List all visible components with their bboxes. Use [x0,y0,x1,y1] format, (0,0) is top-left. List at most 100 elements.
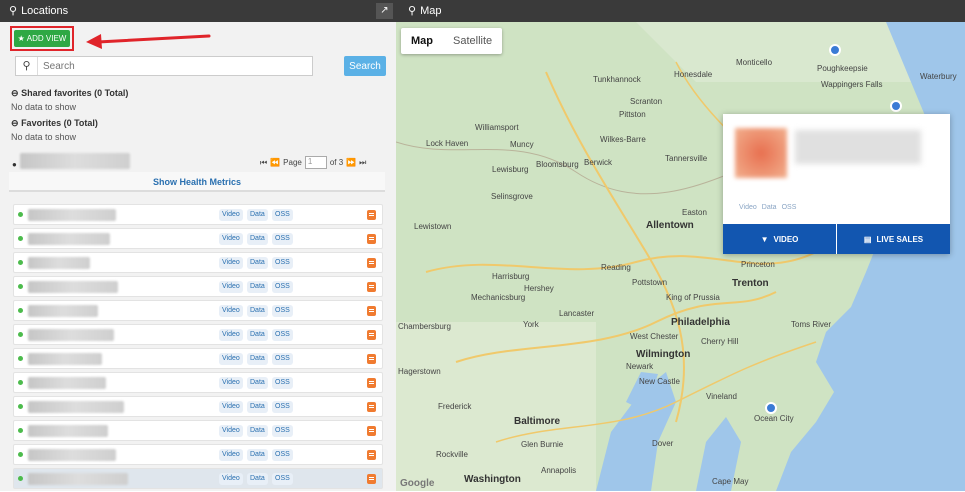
map-label: Harrisburg [492,272,530,281]
data-link[interactable]: Data [247,401,268,413]
add-view-label: ADD VIEW [26,34,67,43]
data-link[interactable]: Data [247,425,268,437]
data-link[interactable]: Data [247,449,268,461]
oss-link[interactable]: OSS [272,281,293,293]
location-row[interactable]: Video Data OSS [13,348,383,369]
video-link[interactable]: Video [219,233,243,245]
popup-oss-link[interactable]: OSS [782,204,797,211]
menu-icon[interactable] [367,354,376,364]
oss-link[interactable]: OSS [272,473,293,485]
video-link[interactable]: Video [219,449,243,461]
video-link[interactable]: Video [219,305,243,317]
location-row[interactable]: Video Data OSS [13,372,383,393]
location-row[interactable]: Video Data OSS [13,228,383,249]
map-label: Lewisburg [492,165,529,174]
menu-icon[interactable] [367,282,376,292]
data-link[interactable]: Data [247,209,268,221]
page-input[interactable]: 1 [304,156,327,169]
video-link[interactable]: Video [219,401,243,413]
location-thumbnail-redacted [735,128,787,178]
map-label: Toms River [791,320,832,329]
location-row[interactable]: Video Data OSS [13,300,383,321]
video-link[interactable]: Video [219,425,243,437]
status-dot-icon [18,260,23,265]
location-row[interactable]: Video Data OSS [13,276,383,297]
data-link[interactable]: Data [247,377,268,389]
menu-icon[interactable] [367,426,376,436]
data-link[interactable]: Data [247,281,268,293]
video-link[interactable]: Video [219,281,243,293]
favorites-title[interactable]: ⊖ Favorites (0 Total) [11,118,98,129]
last-page-icon[interactable]: ⏭ [359,158,366,168]
video-link[interactable]: Video [219,257,243,269]
popup-video-link[interactable]: Video [739,204,757,211]
map-panel[interactable]: Map Satellite Tunkhannock Honesdale Mont… [396,22,965,491]
oss-link[interactable]: OSS [272,233,293,245]
oss-link[interactable]: OSS [272,377,293,389]
data-link[interactable]: Data [247,473,268,485]
data-link[interactable]: Data [247,329,268,341]
menu-icon[interactable] [367,234,376,244]
location-row[interactable]: Video Data OSS [13,468,383,489]
search-input[interactable] [38,60,308,72]
location-row[interactable]: Video Data OSS [13,420,383,441]
menu-icon[interactable] [367,210,376,220]
oss-link[interactable]: OSS [272,209,293,221]
map-label: York [523,320,539,329]
next-page-icon[interactable]: ⏩ [346,158,356,167]
show-health-metrics-link[interactable]: Show Health Metrics [153,177,241,187]
shared-favorites-title[interactable]: ⊖ Shared favorites (0 Total) [11,88,128,99]
search-button[interactable]: Search [344,56,386,76]
video-link[interactable]: Video [219,353,243,365]
location-row[interactable]: Video Data OSS [13,204,383,225]
menu-icon[interactable] [367,450,376,460]
expand-icon[interactable]: ↗ [376,3,393,19]
popup-video-button[interactable]: ▼ VIDEO [723,224,837,254]
location-row[interactable]: Video Data OSS [13,324,383,345]
data-link[interactable]: Data [247,305,268,317]
data-link[interactable]: Data [247,233,268,245]
map-marker[interactable] [890,100,902,112]
popup-live-sales-button[interactable]: ▤ LIVE SALES [837,224,950,254]
location-name-redacted [28,305,98,317]
prev-page-icon[interactable]: ⏪ [270,158,280,167]
map-label: Waterbury [920,72,957,81]
map-label: New Castle [639,377,680,386]
menu-icon[interactable] [367,330,376,340]
menu-icon[interactable] [367,378,376,388]
popup-data-link[interactable]: Data [762,204,777,211]
oss-link[interactable]: OSS [272,329,293,341]
menu-icon[interactable] [367,258,376,268]
location-row[interactable]: Video Data OSS [13,396,383,417]
map-canvas[interactable] [396,22,965,491]
map-type-map[interactable]: Map [401,28,443,54]
video-link[interactable]: Video [219,209,243,221]
video-link[interactable]: Video [219,473,243,485]
oss-link[interactable]: OSS [272,401,293,413]
menu-icon[interactable] [367,402,376,412]
video-link[interactable]: Video [219,377,243,389]
data-link[interactable]: Data [247,257,268,269]
oss-link[interactable]: OSS [272,257,293,269]
oss-link[interactable]: OSS [272,305,293,317]
search-field[interactable]: ⚲ [15,56,313,76]
location-row[interactable]: Video Data OSS [13,252,383,273]
group-collapse-icon[interactable]: ● [12,160,17,169]
first-page-icon[interactable]: ⏮ [260,158,267,168]
oss-link[interactable]: OSS [272,353,293,365]
shared-favorites-empty: No data to show [11,102,77,112]
location-name-redacted [28,233,110,245]
location-row[interactable]: Video Data OSS [13,444,383,465]
video-link[interactable]: Video [219,329,243,341]
map-label: Rockville [436,450,469,459]
google-logo: Google [400,478,435,489]
map-marker[interactable] [829,44,841,56]
map-marker[interactable] [765,402,777,414]
menu-icon[interactable] [367,474,376,484]
add-view-button[interactable]: ★ ADD VIEW [14,30,70,47]
oss-link[interactable]: OSS [272,425,293,437]
menu-icon[interactable] [367,306,376,316]
oss-link[interactable]: OSS [272,449,293,461]
data-link[interactable]: Data [247,353,268,365]
map-type-satellite[interactable]: Satellite [443,28,502,54]
